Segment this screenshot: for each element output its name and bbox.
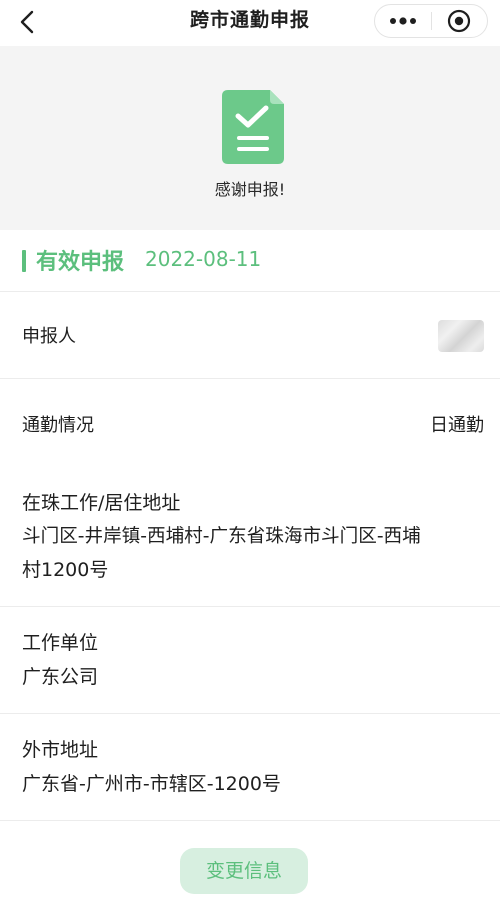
thanks-message: 感谢申报!	[214, 180, 286, 199]
employer-value: 广东公司	[22, 666, 99, 688]
more-dots-icon	[389, 17, 416, 25]
declarant-value-redacted	[438, 320, 484, 352]
commute-label: 通勤情况	[22, 415, 94, 436]
target-close-icon	[448, 9, 471, 33]
change-info-button[interactable]: 变更信息	[180, 848, 308, 894]
declarant-label: 申报人	[22, 326, 76, 347]
close-button[interactable]	[431, 5, 487, 37]
section-title: 有效申报	[36, 250, 125, 275]
zhuhai-address-label: 在珠工作/居住地址	[22, 492, 181, 514]
top-bar: 跨市通勤申报	[0, 0, 500, 44]
row-zhuhai-address: 在珠工作/居住地址 斗门区-井岸镇-西埔村-广东省珠海市斗门区-西埔 村1200…	[0, 467, 500, 607]
section-header: 有效申报 2022-08-11	[0, 230, 500, 292]
row-commute: 通勤情况 日通勤	[0, 379, 500, 467]
row-declarant: 申报人	[0, 292, 500, 379]
document-check-icon	[222, 90, 284, 164]
more-button[interactable]	[375, 5, 431, 37]
success-banner: 感谢申报!	[0, 46, 500, 230]
employer-label: 工作单位	[22, 632, 99, 654]
section-accent-bar	[22, 250, 26, 272]
other-city-address-value: 广东省-广州市-市辖区-1200号	[22, 773, 281, 795]
zhuhai-address-value-line2: 村1200号	[22, 559, 109, 581]
commute-value: 日通勤	[430, 415, 484, 436]
other-city-address-label: 外市地址	[22, 739, 99, 761]
row-employer: 工作单位 广东公司	[0, 607, 500, 714]
zhuhai-address-value-line1: 斗门区-井岸镇-西埔村-广东省珠海市斗门区-西埔	[22, 526, 421, 547]
row-other-city-address: 外市地址 广东省-广州市-市辖区-1200号	[0, 714, 500, 821]
section-date: 2022-08-11	[145, 247, 262, 271]
mini-program-capsule	[374, 4, 488, 38]
